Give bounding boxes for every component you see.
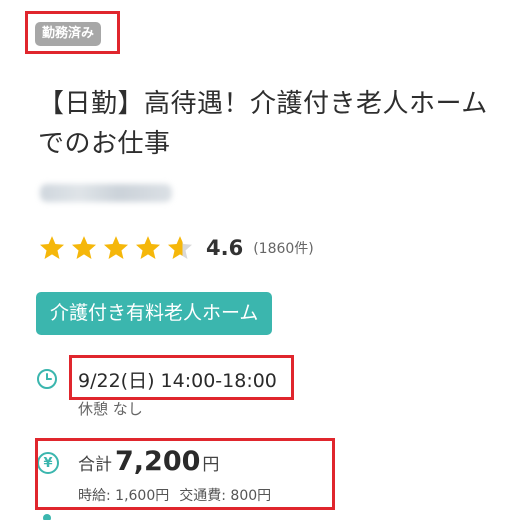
- star-icon: [71, 236, 97, 259]
- star-icon: [103, 236, 129, 259]
- transport-fee: 交通費: 800円: [179, 488, 272, 504]
- star-icon: [167, 236, 193, 259]
- rating-score: 4.6: [206, 236, 244, 260]
- star-icon: [39, 236, 65, 259]
- rating-stars: [38, 234, 198, 262]
- total-pay: 合計 7,200 円: [78, 446, 219, 477]
- status-badge: 勤務済み: [35, 22, 102, 46]
- clock-icon: [37, 369, 57, 389]
- rating-count: (1860件): [253, 241, 314, 257]
- rating-row[interactable]: 4.6 (1860件): [38, 232, 314, 264]
- next-section-icon: [43, 514, 51, 520]
- total-unit: 円: [202, 455, 220, 475]
- total-label: 合計: [78, 455, 112, 475]
- break-info: 休憩 なし: [78, 400, 143, 418]
- facility-type-tag: 介護付き有料老人ホーム: [36, 292, 273, 335]
- job-detail-page: 勤務済み 【日勤】高待遇！介護付き老人ホームでのお仕事 4.6 (1860件) …: [0, 0, 520, 520]
- company-name-blurred: [40, 184, 172, 202]
- job-title: 【日勤】高待遇！介護付き老人ホームでのお仕事: [38, 89, 488, 159]
- work-datetime: 9/22(日) 14:00-18:00: [78, 370, 277, 392]
- total-amount: 7,200: [115, 446, 201, 477]
- star-icon: [135, 236, 161, 259]
- hourly-wage: 時給: 1,600円: [78, 488, 170, 504]
- wage-breakdown: 時給: 1,600円 交通費: 800円: [78, 485, 271, 505]
